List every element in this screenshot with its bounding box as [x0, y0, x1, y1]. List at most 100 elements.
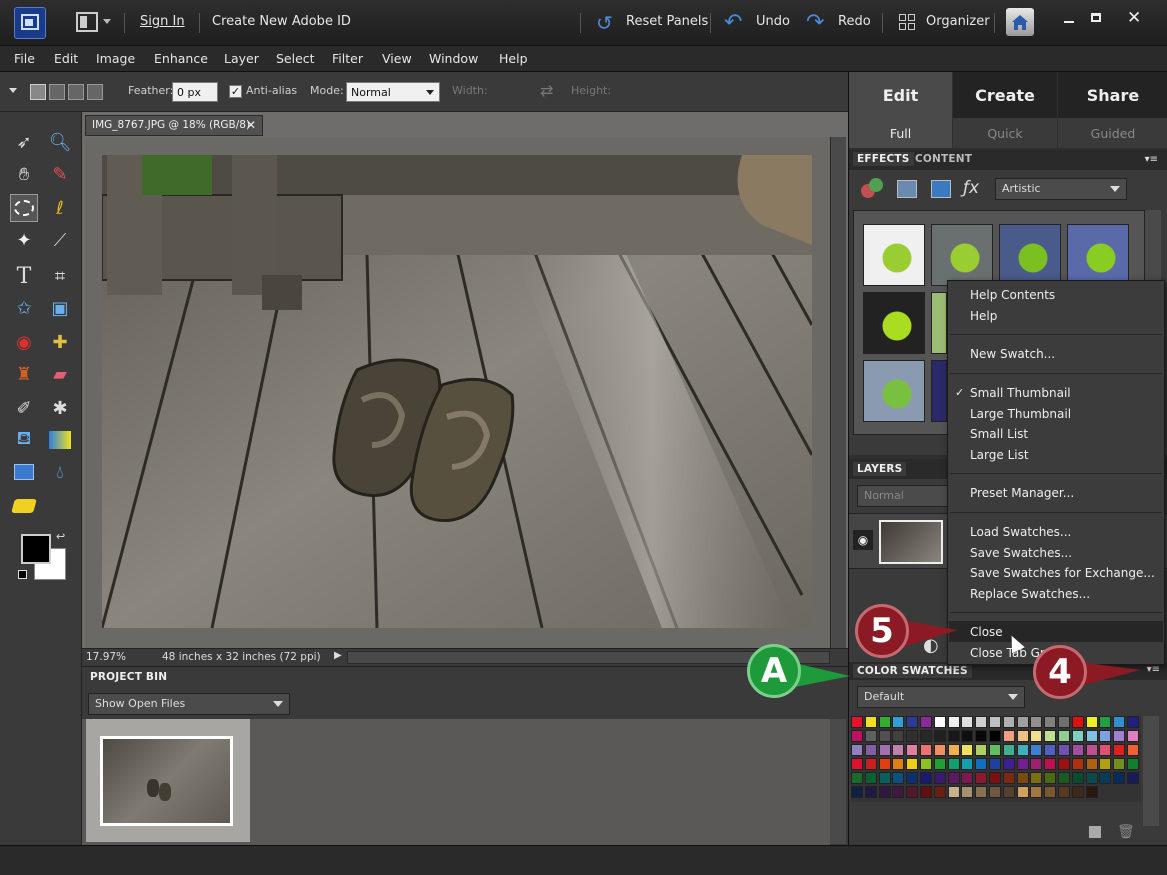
color-swatch[interactable]	[864, 730, 877, 742]
color-swatch[interactable]	[864, 716, 877, 728]
color-swatch[interactable]	[1002, 730, 1015, 742]
color-swatch[interactable]	[947, 758, 960, 770]
menu-image[interactable]: Image	[96, 51, 135, 66]
color-swatch[interactable]	[1085, 772, 1098, 784]
color-swatch[interactable]	[906, 786, 919, 798]
tab-create[interactable]: Create	[953, 72, 1057, 118]
color-swatch[interactable]	[1044, 744, 1057, 756]
project-bin-scrollbar[interactable]	[830, 719, 846, 844]
color-swatch[interactable]	[961, 772, 974, 784]
color-swatch[interactable]	[1044, 716, 1057, 728]
color-swatch[interactable]	[906, 716, 919, 728]
menu-replace-swatches[interactable]: Replace Swatches...	[970, 587, 1090, 601]
color-swatch[interactable]	[1099, 772, 1112, 784]
organizer-button[interactable]: Organizer	[926, 14, 990, 29]
color-swatch[interactable]	[864, 772, 877, 784]
color-swatch[interactable]	[892, 772, 905, 784]
menu-help-contents[interactable]: Help Contents	[970, 288, 1055, 302]
organizer-icon[interactable]	[899, 14, 915, 30]
layer-styles-icon[interactable]	[897, 180, 917, 198]
marquee-tool-icon[interactable]	[10, 194, 38, 222]
color-swatch[interactable]	[1099, 758, 1112, 770]
swatches-menu-icon[interactable]: ▾≡	[1147, 664, 1160, 675]
color-swatch[interactable]	[989, 772, 1001, 784]
swap-colors-icon[interactable]: ↩	[56, 530, 65, 543]
menu-select[interactable]: Select	[276, 51, 315, 66]
color-swatch[interactable]	[1071, 772, 1084, 784]
color-swatch[interactable]	[878, 730, 891, 742]
color-swatch[interactable]	[1085, 758, 1098, 770]
menu-small-list[interactable]: Small List	[970, 427, 1028, 441]
restore-icon[interactable]	[1091, 13, 1101, 22]
menu-large-list[interactable]: Large List	[970, 448, 1029, 462]
color-swatch[interactable]	[975, 716, 988, 728]
color-swatch[interactable]	[933, 716, 946, 728]
menu-filter[interactable]: Filter	[332, 51, 363, 66]
color-swatch[interactable]	[864, 786, 877, 798]
effect-thumb-4[interactable]	[1067, 224, 1129, 286]
undo-button[interactable]: Undo	[756, 14, 790, 29]
color-swatch[interactable]	[920, 772, 932, 784]
sponge-tool-icon[interactable]	[10, 492, 38, 520]
type-tool-icon[interactable]: T	[10, 262, 38, 290]
color-swatch[interactable]	[1002, 786, 1015, 798]
effect-thumb-2[interactable]	[931, 224, 993, 286]
color-swatch[interactable]	[1058, 716, 1070, 728]
close-icon[interactable]: ✕	[1127, 8, 1141, 28]
swap-dimensions-icon[interactable]: ⇄	[540, 81, 553, 100]
color-swatch[interactable]	[1113, 758, 1126, 770]
menu-enhance[interactable]: Enhance	[154, 51, 208, 66]
color-swatch[interactable]	[1016, 758, 1029, 770]
tab-share[interactable]: Share	[1058, 72, 1167, 118]
clone-stamp-tool-icon[interactable]: ♜	[10, 360, 38, 388]
color-swatch[interactable]	[975, 744, 988, 756]
color-swatch[interactable]	[1071, 786, 1084, 798]
color-swatch[interactable]	[851, 744, 863, 756]
subtab-guided[interactable]: Guided	[1058, 118, 1167, 148]
color-swatch[interactable]	[920, 758, 932, 770]
project-bin-filter-select[interactable]: Show Open Files	[88, 693, 290, 715]
menu-layer[interactable]: Layer	[224, 51, 259, 66]
undo-icon[interactable]: ↶	[724, 10, 742, 35]
color-swatch[interactable]	[975, 730, 988, 742]
color-swatch[interactable]	[933, 730, 946, 742]
feather-input[interactable]: 0 px	[172, 82, 218, 102]
color-swatch[interactable]	[864, 758, 877, 770]
eye-icon[interactable]: ◉	[853, 530, 873, 550]
color-swatch[interactable]	[947, 772, 960, 784]
color-swatch[interactable]	[947, 730, 960, 742]
color-swatch[interactable]	[878, 772, 891, 784]
menu-help[interactable]: Help	[499, 51, 528, 66]
brush-tool-icon[interactable]: ✐	[10, 394, 38, 422]
color-swatch[interactable]	[920, 730, 932, 742]
status-arrow-icon[interactable]: ▶	[334, 650, 342, 661]
color-swatch[interactable]	[1016, 716, 1029, 728]
color-swatch[interactable]	[933, 758, 946, 770]
document-tab[interactable]: IMG_8767.JPG @ 18% (RGB/8) ✕	[85, 115, 263, 136]
color-swatch[interactable]	[906, 758, 919, 770]
color-swatch[interactable]	[1030, 730, 1043, 742]
color-swatch[interactable]	[906, 772, 919, 784]
color-swatch[interactable]	[851, 730, 863, 742]
menu-small-thumbnail[interactable]: Small Thumbnail	[970, 386, 1071, 400]
color-swatch[interactable]	[1002, 758, 1015, 770]
color-swatch[interactable]	[1030, 758, 1043, 770]
color-swatch[interactable]	[975, 786, 988, 798]
color-swatch[interactable]	[1113, 772, 1126, 784]
mode-select[interactable]: Normal	[346, 82, 440, 102]
color-swatch[interactable]	[1044, 772, 1057, 784]
red-eye-tool-icon[interactable]: ◉	[10, 328, 38, 356]
healing-brush-tool-icon[interactable]: ✚	[46, 328, 74, 356]
menu-load-swatches[interactable]: Load Swatches...	[970, 525, 1071, 539]
selection-mode-icons[interactable]	[30, 84, 108, 102]
effect-thumb-7[interactable]	[863, 360, 925, 422]
color-swatch[interactable]	[1016, 786, 1029, 798]
color-swatch[interactable]	[989, 786, 1001, 798]
color-swatch[interactable]	[947, 716, 960, 728]
shape-tool-icon[interactable]	[10, 458, 38, 486]
magic-wand-tool-icon[interactable]: ✦	[10, 226, 38, 254]
menu-preset-manager[interactable]: Preset Manager...	[970, 486, 1074, 500]
color-swatch[interactable]	[1002, 744, 1015, 756]
color-swatch[interactable]	[906, 730, 919, 742]
eyedropper-tool-icon[interactable]: ✎	[46, 160, 74, 188]
